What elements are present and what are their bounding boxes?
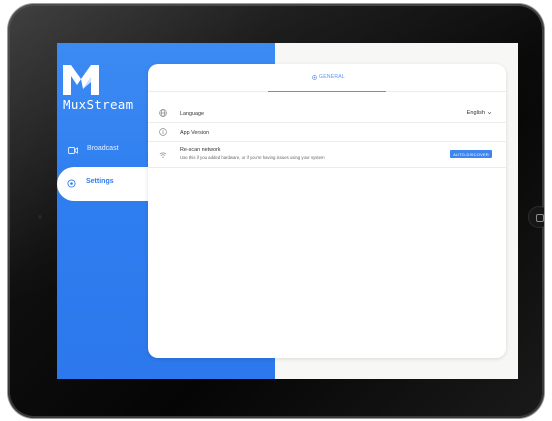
app-screen: MuxStream Broadcast Settings GENERAL Lan… [57,43,518,379]
settings-icon [312,75,317,80]
sidebar-item-label: Settings [86,178,114,185]
language-label: Language [180,111,204,117]
sidebar-item-label: Broadcast [87,145,119,152]
language-select[interactable]: English [467,110,492,116]
video-camera-icon [68,147,78,154]
globe-icon [159,109,167,117]
home-button[interactable] [528,206,544,228]
tab-bar: GENERAL [148,64,506,92]
settings-card: GENERAL Language English App Version Re-… [148,64,506,358]
wifi-icon [159,152,167,158]
rescan-network-description: Use this if you added hardware, or if yo… [180,155,325,160]
home-button-icon [536,214,544,222]
front-camera [38,215,42,219]
tab-label: GENERAL [319,74,345,80]
setting-row-language: Language English [148,104,506,123]
settings-icon [67,179,76,188]
setting-row-rescan-network: Re-scan network Use this if you added ha… [148,142,506,168]
tab-general[interactable]: GENERAL [268,64,386,92]
info-icon [159,128,167,136]
language-value: English [466,110,485,116]
rescan-network-label: Re-scan network [180,147,221,153]
auto-discover-button[interactable]: AUTO-DISCOVER [450,150,492,158]
chevron-down-icon [487,111,492,115]
setting-row-app-version: App Version [148,123,506,142]
app-name: MuxStream [63,97,134,112]
app-version-label: App Version [180,130,210,136]
muxstream-logo-icon [63,65,99,95]
